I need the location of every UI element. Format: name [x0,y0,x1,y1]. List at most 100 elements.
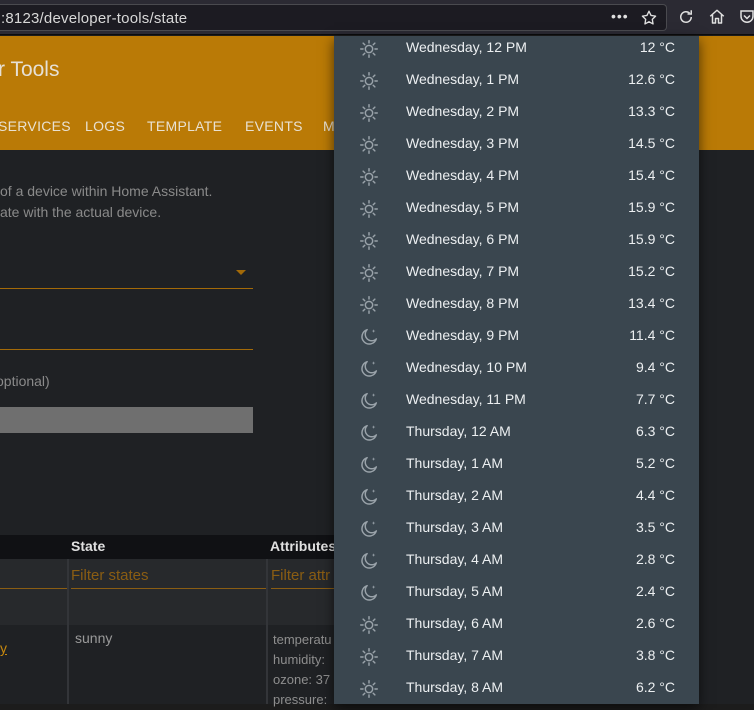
entity-select-field[interactable] [0,288,253,289]
forecast-temperature: 11.4 °C [629,327,675,343]
sunny-icon [360,616,378,634]
forecast-item[interactable]: Wednesday, 7 PM 15.2 °C [334,257,699,289]
forecast-time: Wednesday, 9 PM [406,327,520,343]
sunny-icon [360,264,378,282]
forecast-time: Thursday, 1 AM [406,455,504,471]
browser-toolbar: :8123/developer-tools/state ••• [0,0,754,35]
attributes-label: optional) [0,373,50,389]
forecast-dropdown[interactable]: Wednesday, 12 PM 12 °C Wednesday, 1 PM 12.6… [334,36,699,704]
tab-services[interactable]: SERVICES [0,118,71,134]
forecast-item[interactable]: Wednesday, 5 PM 15.9 °C [334,193,699,225]
night-moon-icon [361,488,378,505]
entity-link[interactable]: y [0,640,7,656]
forecast-item[interactable]: Thursday, 12 AM 6.3 °C [334,417,699,449]
night-moon-icon [361,584,378,601]
column-divider [266,559,268,704]
description-line: ate with the actual device. [0,204,162,220]
filter-states-input[interactable]: Filter states [71,567,149,584]
pocket-icon[interactable] [738,8,754,26]
forecast-item[interactable]: Wednesday, 8 PM 13.4 °C [334,289,699,321]
tab-logs[interactable]: LOGS [85,118,125,134]
forecast-time: Wednesday, 10 PM [406,359,527,375]
dropdown-arrow-icon[interactable] [236,270,246,275]
night-moon-icon [361,328,378,345]
sunny-icon [360,648,378,666]
forecast-temperature: 5.2 °C [635,455,675,471]
forecast-temperature: 3.5 °C [635,519,675,535]
forecast-item[interactable]: Wednesday, 6 PM 15.9 °C [334,225,699,257]
sunny-icon [360,296,378,314]
forecast-temperature: 15.4 °C [628,167,675,183]
forecast-time: Wednesday, 3 PM [406,135,520,151]
home-icon[interactable] [708,8,726,26]
filter-states-underline [71,588,266,589]
forecast-time: Thursday, 7 AM [406,647,504,663]
entities-table: State Attributes Filter states Filter at… [0,535,340,707]
forecast-temperature: 15.9 °C [628,231,675,247]
forecast-temperature: 3.8 °C [635,647,675,663]
night-moon-icon [361,552,378,569]
forecast-temperature: 12 °C [639,39,675,55]
forecast-item[interactable]: Wednesday, 4 PM 15.4 °C [334,161,699,193]
forecast-item[interactable]: Thursday, 1 AM 5.2 °C [334,449,699,481]
forecast-item[interactable]: Thursday, 7 AM 3.8 °C [334,641,699,673]
forecast-time: Wednesday, 12 PM [406,39,527,55]
forecast-temperature: 2.8 °C [635,551,675,567]
forecast-item[interactable]: Thursday, 8 AM 6.2 °C [334,673,699,704]
state-input[interactable] [0,349,253,350]
night-moon-icon [361,360,378,377]
forecast-temperature: 7.7 °C [635,391,675,407]
forecast-time: Wednesday, 1 PM [406,71,520,87]
tab-events[interactable]: EVENTS [245,118,303,134]
forecast-item[interactable]: Thursday, 4 AM 2.8 °C [334,545,699,577]
forecast-time: Thursday, 8 AM [406,679,504,695]
sunny-icon [360,136,378,154]
forecast-temperature: 4.4 °C [635,487,675,503]
filter-entities-underline [0,588,67,589]
table-header: State Attributes [0,535,340,559]
night-moon-icon [361,392,378,409]
forecast-temperature: 13.4 °C [628,295,675,311]
forecast-temperature: 14.5 °C [628,135,675,151]
forecast-item[interactable]: Wednesday, 9 PM 11.4 °C [334,321,699,353]
forecast-temperature: 12.6 °C [628,71,675,87]
night-moon-icon [361,424,378,441]
forecast-time: Wednesday, 8 PM [406,295,520,311]
attributes-cell: temperatu humidity: ozone: 37 pressure: [273,630,335,710]
bookmark-star-icon[interactable] [640,9,658,27]
tab-template[interactable]: TEMPLATE [147,118,222,134]
state-description: of a device within Home Assistant. ate w… [0,181,212,223]
forecast-item[interactable]: Wednesday, 2 PM 13.3 °C [334,97,699,129]
forecast-item[interactable]: Wednesday, 1 PM 12.6 °C [334,65,699,97]
url-field[interactable]: :8123/developer-tools/state ••• [0,4,667,31]
forecast-item[interactable]: Thursday, 5 AM 2.4 °C [334,577,699,609]
filter-attributes-input[interactable]: Filter attr [271,567,330,584]
forecast-item[interactable]: Wednesday, 3 PM 14.5 °C [334,129,699,161]
attributes-editor[interactable] [0,407,253,433]
forecast-temperature: 2.6 °C [635,615,675,631]
forecast-temperature: 13.3 °C [628,103,675,119]
sunny-icon [360,40,378,58]
forecast-time: Wednesday, 2 PM [406,103,520,119]
forecast-time: Wednesday, 5 PM [406,199,520,215]
forecast-time: Thursday, 6 AM [406,615,504,631]
attribute-line: ozone: 37 [273,672,331,687]
sunny-icon [360,680,378,698]
forecast-item[interactable]: Wednesday, 10 PM 9.4 °C [334,353,699,385]
reload-icon[interactable] [677,8,695,26]
night-moon-icon [361,456,378,473]
url-text[interactable]: :8123/developer-tools/state [1,10,187,27]
forecast-item[interactable]: Wednesday, 12 PM 12 °C [334,36,699,65]
forecast-item[interactable]: Thursday, 3 AM 3.5 °C [334,513,699,545]
forecast-time: Wednesday, 6 PM [406,231,520,247]
forecast-item[interactable]: Thursday, 2 AM 4.4 °C [334,481,699,513]
forecast-temperature: 6.2 °C [635,679,675,695]
sunny-icon [360,104,378,122]
forecast-item[interactable]: Thursday, 6 AM 2.6 °C [334,609,699,641]
forecast-temperature: 6.3 °C [635,423,675,439]
attribute-line: temperatu [273,632,332,647]
state-cell: sunny [75,630,113,646]
page-actions-icon[interactable]: ••• [611,8,629,24]
forecast-time: Wednesday, 7 PM [406,263,520,279]
forecast-item[interactable]: Wednesday, 11 PM 7.7 °C [334,385,699,417]
